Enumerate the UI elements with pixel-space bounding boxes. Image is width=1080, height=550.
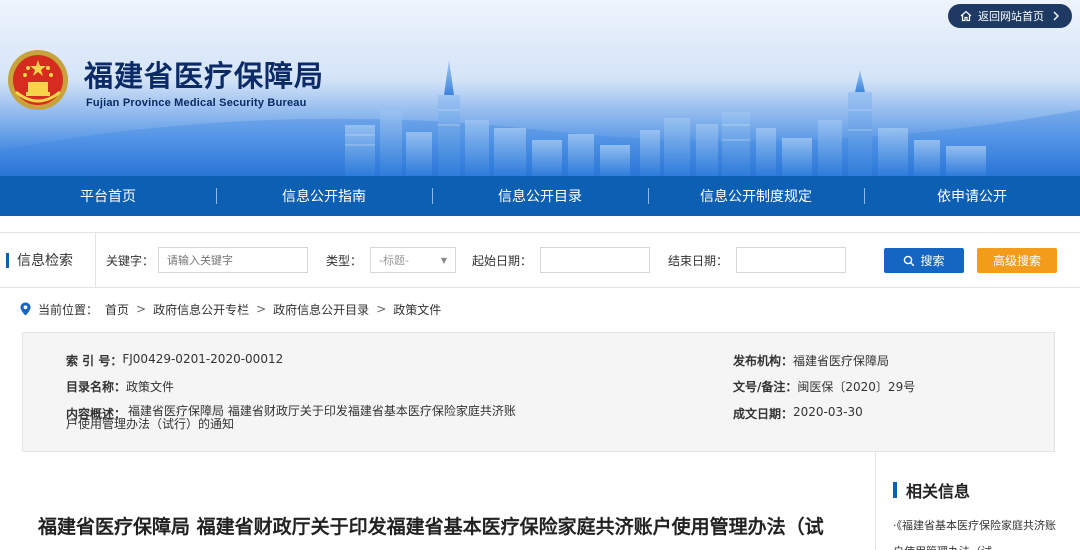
date-value: 2020-03-30 <box>793 405 863 419</box>
search-title-label: 信息检索 <box>17 253 73 269</box>
meta-category-row: 目录名称： 政策文件 <box>66 378 174 395</box>
meta-date-row: 成文日期： 2020-03-30 <box>733 405 863 422</box>
nav-item-disclosure-guide[interactable]: 信息公开指南 <box>216 186 432 206</box>
index-label: 索 引 号： <box>66 354 123 368</box>
index-value: FJ00429-0201-2020-00012 <box>122 352 284 366</box>
breadcrumb-link-home[interactable]: 首页 <box>105 301 129 318</box>
sidebar-divider <box>875 452 876 550</box>
chevron-right-icon <box>1053 11 1059 21</box>
related-info-item[interactable]: ·《福建省基本医疗保险家庭共济账户使用管理办法（试 <box>893 513 1063 550</box>
breadcrumb-link-gov-info-column[interactable]: 政府信息公开专栏 <box>153 301 249 318</box>
back-to-home-button[interactable]: 返回网站首页 <box>948 4 1072 28</box>
meta-index-row: 索 引 号： FJ00429-0201-2020-00012 <box>66 352 283 369</box>
breadcrumb-link-policy-docs[interactable]: 政策文件 <box>393 301 441 318</box>
summary-value: 福建省医疗保障局 福建省财政厅关于印发福建省基本医疗保险家庭共济账户使用管理办法… <box>66 404 516 431</box>
nav-item-home[interactable]: 平台首页 <box>0 186 216 206</box>
category-value: 政策文件 <box>126 380 175 394</box>
document-meta-box: 索 引 号： FJ00429-0201-2020-00012 发布机构： 福建省… <box>22 332 1055 452</box>
breadcrumb-prefix: 当前位置： <box>38 302 99 317</box>
keyword-input[interactable] <box>158 247 309 273</box>
site-title-chinese: 福建省医疗保障局 <box>84 59 325 93</box>
location-pin-icon <box>20 302 31 316</box>
search-icon <box>904 255 915 266</box>
back-home-label: 返回网站首页 <box>978 10 1044 23</box>
type-select-value: -标题- <box>379 254 409 267</box>
category-label: 目录名称： <box>66 380 127 394</box>
title-accent-bar <box>6 252 9 268</box>
advanced-search-button[interactable]: 高级搜索 <box>977 248 1057 273</box>
advanced-search-label: 高级搜索 <box>992 254 1041 268</box>
breadcrumb-separator: > <box>136 302 147 316</box>
national-emblem-logo <box>8 50 68 110</box>
end-date-input[interactable] <box>736 247 847 273</box>
search-button[interactable]: 搜索 <box>884 248 964 273</box>
nav-item-disclosure-rules[interactable]: 信息公开制度规定 <box>648 186 864 206</box>
related-info-title: 相关信息 <box>906 482 971 501</box>
keyword-label: 关键字： <box>106 253 155 268</box>
publisher-label: 发布机构： <box>733 354 794 368</box>
nav-item-apply-disclosure[interactable]: 依申请公开 <box>864 186 1080 206</box>
article-title: 福建省医疗保障局 福建省财政厅关于印发福建省基本医疗保险家庭共济账户使用管理办法… <box>38 516 824 538</box>
breadcrumb-separator: > <box>256 302 267 316</box>
related-info-heading: 相关信息 <box>893 478 970 502</box>
site-title-english: Fujian Province Medical Security Bureau <box>86 97 307 109</box>
search-section-title: 信息检索 <box>0 233 96 287</box>
heading-accent-bar <box>893 482 897 498</box>
end-date-label: 结束日期： <box>668 253 729 268</box>
header-banner: 返回网站首页 福建省医疗保障局 Fujian Province Medical … <box>0 0 1080 176</box>
type-label: 类型： <box>326 253 363 268</box>
date-label: 成文日期： <box>733 407 794 421</box>
start-date-input[interactable] <box>540 247 651 273</box>
start-date-label: 起始日期： <box>472 253 533 268</box>
type-select[interactable]: -标题- ▼ <box>370 247 457 273</box>
doc-number-value: 闽医保〔2020〕29号 <box>797 380 916 394</box>
nav-item-disclosure-catalog[interactable]: 信息公开目录 <box>432 186 648 206</box>
dropdown-arrow-icon: ▼ <box>440 255 448 265</box>
meta-doc-number-row: 文号/备注： 闽医保〔2020〕29号 <box>733 378 915 395</box>
main-nav: 平台首页 信息公开指南 信息公开目录 信息公开制度规定 依申请公开 <box>0 176 1080 216</box>
search-button-label: 搜索 <box>920 254 945 268</box>
breadcrumb-separator: > <box>376 302 387 316</box>
doc-number-label: 文号/备注： <box>733 380 798 394</box>
home-icon <box>960 10 972 22</box>
meta-publisher-row: 发布机构： 福建省医疗保障局 <box>733 352 889 369</box>
search-bar: 信息检索 关键字： 类型： -标题- ▼ 起始日期： 结束日期： 搜索 高级搜索 <box>0 232 1080 288</box>
publisher-value: 福建省医疗保障局 <box>793 354 890 368</box>
breadcrumb: 当前位置： 首页 > 政府信息公开专栏 > 政府信息公开目录 > 政策文件 <box>20 300 441 318</box>
breadcrumb-link-gov-info-catalog[interactable]: 政府信息公开目录 <box>273 301 369 318</box>
